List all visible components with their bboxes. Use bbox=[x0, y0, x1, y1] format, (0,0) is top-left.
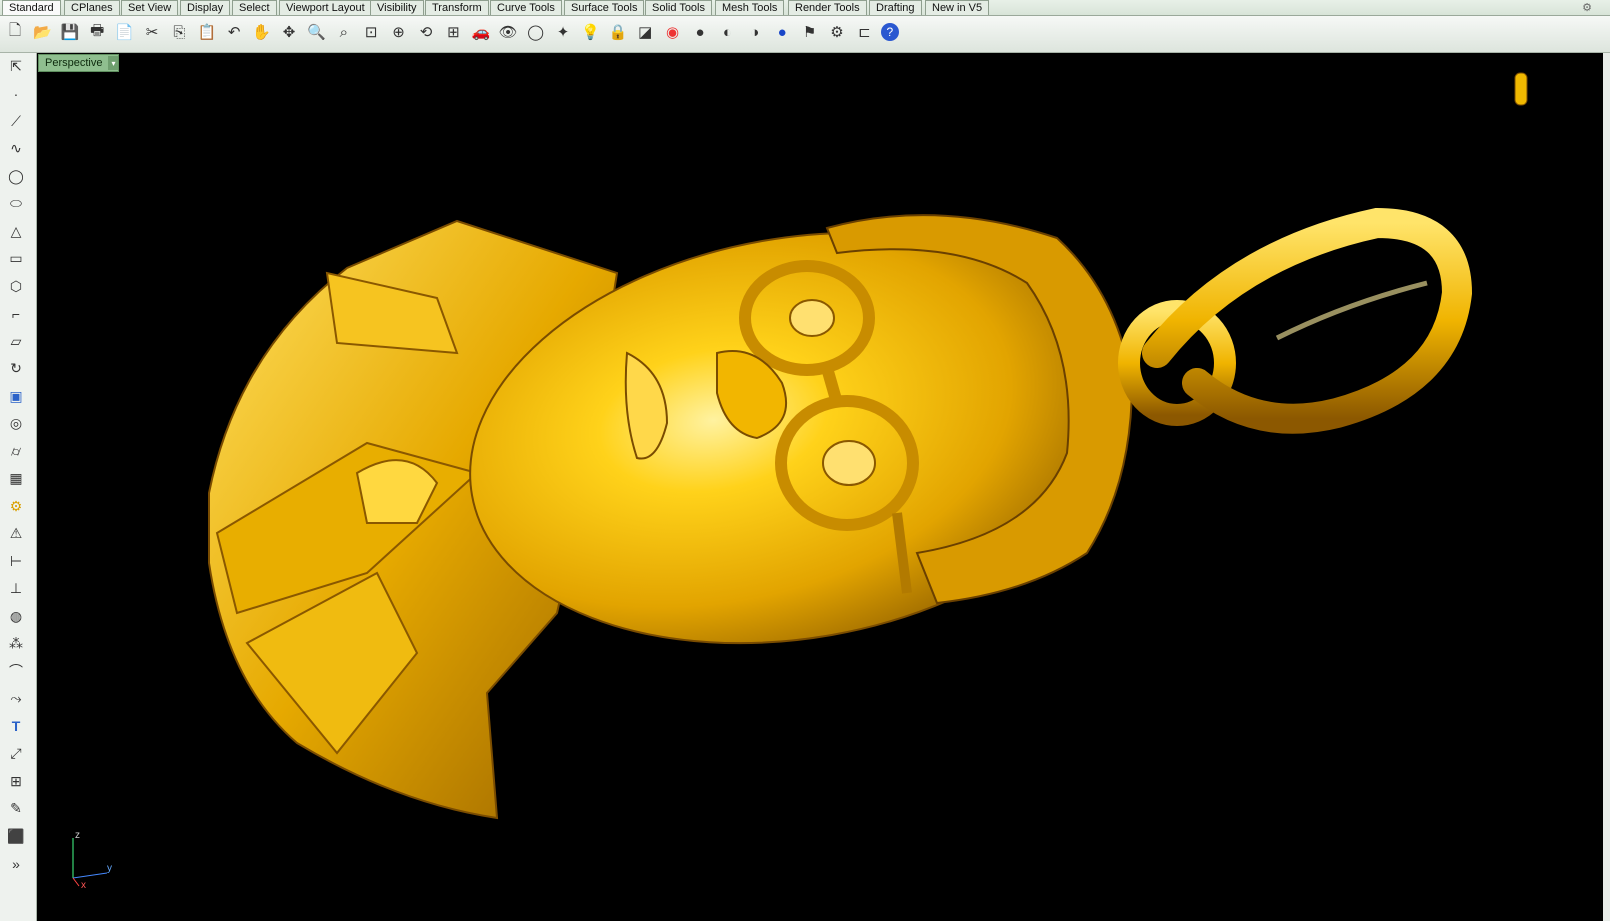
mesh-plane-icon[interactable]: ▦ bbox=[4, 468, 28, 490]
four-viewports-icon[interactable]: ⊞ bbox=[442, 21, 464, 43]
tab-cplanes[interactable]: CPlanes bbox=[64, 0, 120, 15]
zoom-selected-icon[interactable]: ⊕ bbox=[388, 21, 410, 43]
color-wheel-icon[interactable]: ◉ bbox=[662, 21, 684, 43]
offset-icon[interactable]: ⤳ bbox=[4, 688, 28, 710]
cut-icon[interactable]: ✂ bbox=[141, 21, 163, 43]
tab-visibility[interactable]: Visibility bbox=[370, 0, 424, 15]
snap-icon[interactable]: ⚑ bbox=[799, 21, 821, 43]
tab-set-view[interactable]: Set View bbox=[121, 0, 179, 15]
cube-icon[interactable]: ⬛ bbox=[4, 825, 28, 847]
surface-icon[interactable]: ▱ bbox=[4, 330, 28, 352]
boolean-icon[interactable]: ◍ bbox=[4, 605, 28, 627]
sweep-icon[interactable]: ↻ bbox=[4, 358, 28, 380]
axis-z-label: z bbox=[75, 830, 80, 841]
viewport-title-tab[interactable]: Perspective ▾ bbox=[38, 54, 120, 72]
tab-surface-tools[interactable]: Surface Tools bbox=[564, 0, 645, 15]
car-icon[interactable]: 🚗 bbox=[470, 21, 492, 43]
world-axes-icon: z y x bbox=[72, 830, 112, 888]
axis-x-label: x bbox=[81, 880, 86, 888]
grey-sphere-icon[interactable]: ◑ bbox=[744, 21, 766, 43]
tab-mesh-tools[interactable]: Mesh Tools bbox=[715, 0, 785, 15]
arc-icon[interactable]: ⌒ bbox=[4, 660, 28, 682]
hexagon-icon[interactable]: ⬡ bbox=[4, 275, 28, 297]
toolbar-tab-strip: Standard CPlanes Set View Display Select View… bbox=[0, 0, 1610, 16]
align-icon[interactable]: ⊥ bbox=[4, 578, 28, 600]
tab-select[interactable]: Select bbox=[232, 0, 277, 15]
shaded-sphere-icon[interactable]: ● bbox=[689, 21, 711, 43]
rendered-sphere-icon[interactable]: ◐ bbox=[716, 21, 738, 43]
print-icon[interactable]: 🖶 bbox=[86, 21, 108, 43]
tab-viewport-layout[interactable]: Viewport Layout bbox=[279, 0, 372, 15]
fillet-icon[interactable]: ⌐ bbox=[4, 303, 28, 325]
layer-icon[interactable]: ◪ bbox=[634, 21, 656, 43]
gold-pendant-model[interactable] bbox=[37, 53, 1603, 921]
dimension-icon[interactable]: ⊢ bbox=[4, 550, 28, 572]
tab-display[interactable]: Display bbox=[180, 0, 231, 15]
settings-gear-icon[interactable]: ⚙ bbox=[826, 21, 848, 43]
tab-drafting[interactable]: Drafting bbox=[869, 0, 922, 15]
dimension-icon[interactable]: ⊏ bbox=[853, 21, 875, 43]
save-icon[interactable]: 💾 bbox=[59, 21, 81, 43]
blue-sphere-icon[interactable]: ● bbox=[771, 21, 793, 43]
zoom-icon[interactable]: 🔍 bbox=[305, 21, 327, 43]
select-arrow-icon[interactable]: ⇱ bbox=[4, 55, 28, 77]
open-icon[interactable]: 📂 bbox=[31, 21, 53, 43]
bulb-icon[interactable]: 💡 bbox=[579, 21, 601, 43]
gear-icon[interactable]: ⚙ bbox=[4, 495, 28, 517]
perspective-viewport[interactable]: Perspective ▾ z y x bbox=[37, 53, 1603, 921]
polygon-icon[interactable]: △ bbox=[4, 220, 28, 242]
analyze-icon[interactable]: ⚠ bbox=[4, 523, 28, 545]
hide-icon[interactable]: 👁 bbox=[497, 21, 519, 43]
transform-icon[interactable]: ⤢ bbox=[4, 743, 28, 765]
pan-icon[interactable]: ✋ bbox=[251, 21, 273, 43]
curve-icon[interactable]: ∿ bbox=[4, 138, 28, 160]
tab-render-tools[interactable]: Render Tools bbox=[788, 0, 867, 15]
tab-new-in-v5[interactable]: New in V5 bbox=[925, 0, 990, 15]
circle-icon[interactable]: ◯ bbox=[525, 21, 547, 43]
lights-icon[interactable]: ✦ bbox=[552, 21, 574, 43]
viewport-menu-dropdown[interactable]: ▾ bbox=[108, 56, 119, 70]
left-toolbar: ⇱ · ⟋ ∿ ◯ ⬭ △ ▭ ⬡ ⌐ ▱ ↻ ▣ ◎ ⌭ ▦ ⚙ ⚠ ⊢ ⊥ ◍ ⁂ ⌒ ⤳ T ⤢ ⊞ ✎ ⬛ » bbox=[0, 53, 37, 921]
circle-icon[interactable]: ◯ bbox=[4, 165, 28, 187]
text-icon[interactable]: T bbox=[4, 715, 28, 737]
new-icon[interactable]: 🗋 bbox=[4, 21, 26, 43]
axis-y-label: y bbox=[107, 863, 112, 874]
group-icon[interactable]: ⁂ bbox=[4, 633, 28, 655]
import-icon[interactable]: 📄 bbox=[114, 21, 136, 43]
lock-icon[interactable]: 🔒 bbox=[607, 21, 629, 43]
main-toolbar: 🗋 📂 💾 🖶 📄 ✂ ⎘ 📋 ↶ ✋ ✥ 🔍 ⌕ ⊡ ⊕ ⟲ ⊞ 🚗 👁 ◯ ✦ 💡 🔒 ◪ ◉ ● ◐ ◑ ● ⚑ ⚙ ⊏? bbox=[0, 16, 1610, 53]
rotate-view-icon[interactable]: ✥ bbox=[278, 21, 300, 43]
edit-icon[interactable]: ✎ bbox=[4, 798, 28, 820]
copy-icon[interactable]: ⎘ bbox=[168, 21, 190, 43]
viewport-title: Perspective bbox=[45, 57, 103, 69]
paste-icon[interactable]: 📋 bbox=[196, 21, 218, 43]
tab-curve-tools[interactable]: Curve Tools bbox=[490, 0, 562, 15]
rectangle-icon[interactable]: ▭ bbox=[4, 248, 28, 270]
tab-standard[interactable]: Standard bbox=[2, 0, 61, 15]
tab-transform[interactable]: Transform bbox=[425, 0, 489, 15]
box-icon[interactable]: ▣ bbox=[4, 385, 28, 407]
ellipse-icon[interactable]: ⬭ bbox=[4, 193, 28, 215]
cylinder-icon[interactable]: ⌭ bbox=[4, 440, 28, 462]
point-icon[interactable]: · bbox=[4, 83, 28, 105]
zoom-extents-icon[interactable]: ⊡ bbox=[360, 21, 382, 43]
undo-view-icon[interactable]: ⟲ bbox=[415, 21, 437, 43]
tab-solid-tools[interactable]: Solid Tools bbox=[645, 0, 712, 15]
solid-union-icon[interactable]: ◎ bbox=[4, 413, 28, 435]
undo-icon[interactable]: ↶ bbox=[223, 21, 245, 43]
right-edge-bar bbox=[1603, 53, 1610, 921]
more-icon[interactable]: » bbox=[4, 853, 28, 875]
zoom-window-icon[interactable]: ⌕ bbox=[333, 21, 355, 43]
polyline-icon[interactable]: ⟋ bbox=[4, 110, 28, 132]
help-icon[interactable]: ? bbox=[880, 23, 899, 41]
array-icon[interactable]: ⊞ bbox=[4, 770, 28, 792]
settings-gear-icon[interactable]: ⚙ bbox=[1582, 1, 1592, 14]
